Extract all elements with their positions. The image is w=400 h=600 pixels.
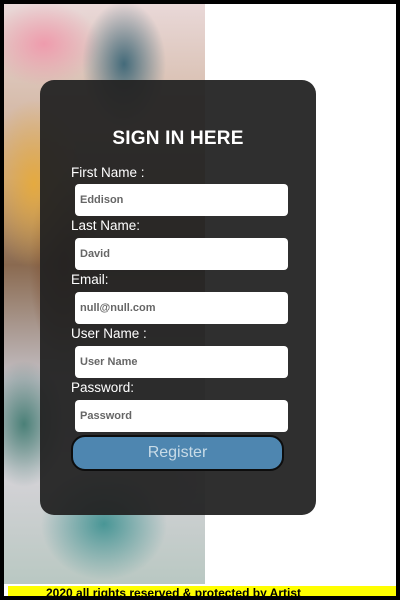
email-input[interactable] <box>75 292 288 324</box>
first-name-input[interactable] <box>75 184 288 216</box>
password-label: Password: <box>71 380 135 395</box>
signup-card: SIGN IN HERE First Name : Last Name: Ema… <box>40 80 316 515</box>
register-button[interactable]: Register <box>71 435 284 471</box>
page-frame: SIGN IN HERE First Name : Last Name: Ema… <box>0 0 400 600</box>
footer-copyright: 2020 all rights reserved & protected by … <box>8 586 396 596</box>
email-label: Email: <box>71 272 109 287</box>
last-name-input[interactable] <box>75 238 288 270</box>
username-label: User Name : <box>71 326 147 341</box>
form-title: SIGN IN HERE <box>112 128 244 149</box>
password-input[interactable] <box>75 400 288 432</box>
last-name-label: Last Name: <box>71 218 141 233</box>
first-name-label: First Name : <box>71 165 145 180</box>
username-input[interactable] <box>75 346 288 378</box>
